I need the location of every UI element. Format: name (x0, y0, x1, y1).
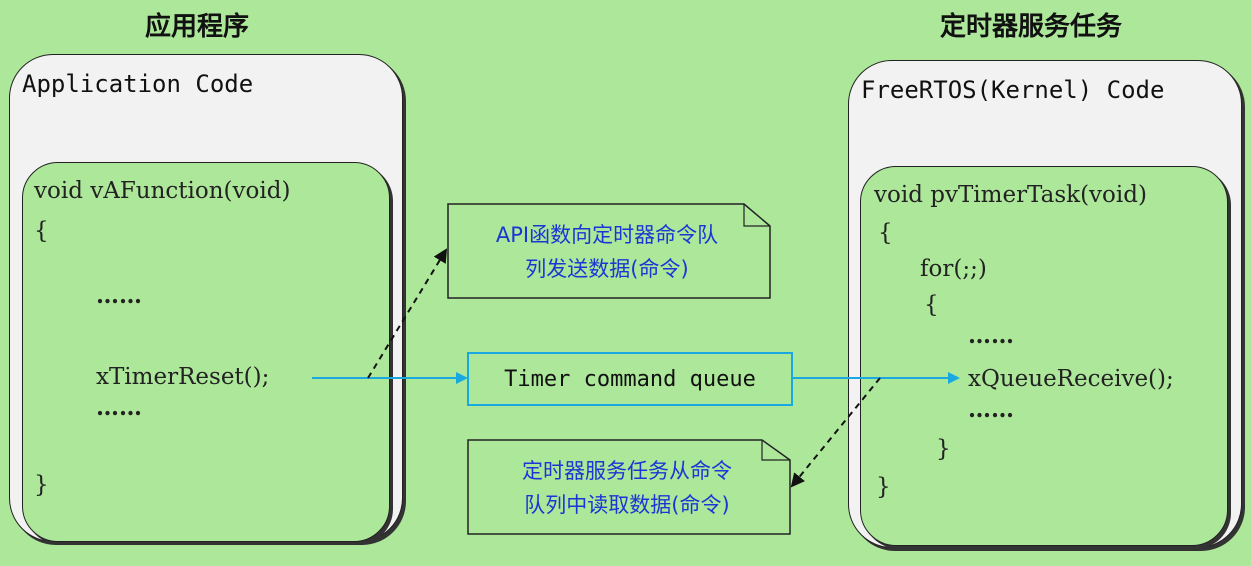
note-send-text: API函数向定时器命令队 列发送数据(命令) (448, 218, 766, 286)
note-send-line-1: API函数向定时器命令队 (495, 223, 719, 247)
note-read-line-2: 队列中读取数据(命令) (524, 493, 730, 517)
timer-command-queue-label: Timer command queue (504, 366, 756, 392)
note-read-text: 定时器服务任务从命令 队列中读取数据(命令) (468, 454, 786, 522)
dashed-arrow-read (790, 377, 881, 488)
note-read-line-1: 定时器服务任务从命令 (522, 459, 732, 483)
note-send-line-2: 列发送数据(命令) (525, 257, 689, 281)
dashed-arrow-send (367, 248, 448, 379)
timer-command-queue: Timer command queue (467, 352, 793, 406)
